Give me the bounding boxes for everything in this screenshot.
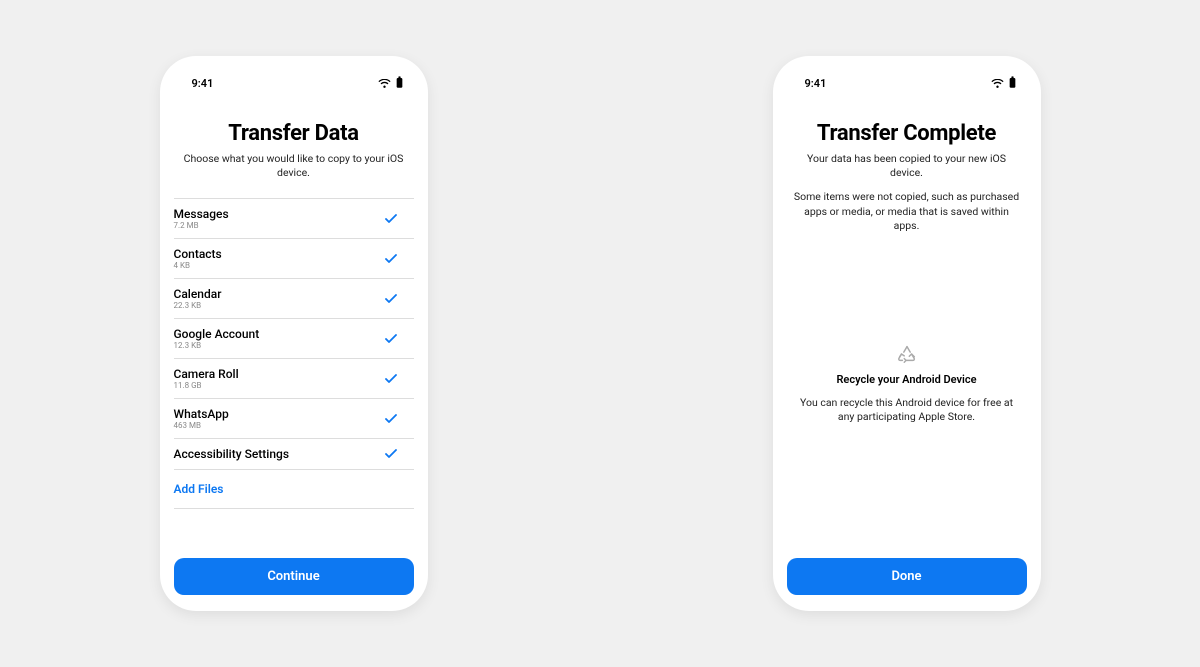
checkmark-icon (384, 292, 398, 306)
checkmark-icon (384, 252, 398, 266)
continue-button[interactable]: Continue (174, 558, 414, 595)
checkmark-icon (384, 212, 398, 226)
status-bar: 9:41 (160, 56, 428, 99)
status-time: 9:41 (805, 77, 827, 90)
list-item-google-account[interactable]: Google Account 12.3 KB (174, 319, 414, 359)
checkmark-icon (384, 332, 398, 346)
recycle-icon (793, 343, 1021, 365)
item-size: 7.2 MB (174, 221, 229, 230)
item-label: Contacts (174, 247, 222, 261)
page-subtitle: Your data has been copied to your new iO… (787, 152, 1027, 180)
status-bar: 9:41 (773, 56, 1041, 99)
screen-content: Transfer Data Choose what you would like… (160, 99, 428, 611)
item-size: 22.3 KB (174, 301, 222, 310)
transfer-item-list: Messages 7.2 MB Contacts 4 KB Calendar 2… (174, 198, 414, 509)
done-button[interactable]: Done (787, 558, 1027, 595)
list-item-messages[interactable]: Messages 7.2 MB (174, 199, 414, 239)
item-label: Accessibility Settings (174, 447, 290, 461)
phone-transfer-complete: 9:41 Transfer Complete Your data has bee… (773, 56, 1041, 611)
phone-transfer-data: 9:41 Transfer Data Choose what you would… (160, 56, 428, 611)
item-label: Google Account (174, 327, 260, 341)
checkmark-icon (384, 412, 398, 426)
list-item-camera-roll[interactable]: Camera Roll 11.8 GB (174, 359, 414, 399)
list-item-calendar[interactable]: Calendar 22.3 KB (174, 279, 414, 319)
list-item-whatsapp[interactable]: WhatsApp 463 MB (174, 399, 414, 439)
screen-content: Transfer Complete Your data has been cop… (773, 99, 1041, 611)
item-label: Messages (174, 207, 229, 221)
battery-icon (395, 74, 404, 93)
checkmark-icon (384, 372, 398, 386)
checkmark-icon (384, 447, 398, 461)
item-size: 4 KB (174, 261, 222, 270)
page-subtitle: Choose what you would like to copy to yo… (174, 152, 414, 180)
item-size: 11.8 GB (174, 381, 239, 390)
page-subtitle-note: Some items were not copied, such as purc… (787, 190, 1027, 233)
wifi-icon (991, 74, 1004, 93)
item-size: 463 MB (174, 421, 229, 430)
page-title: Transfer Complete (787, 121, 1027, 146)
recycle-section: Recycle your Android Device You can recy… (787, 343, 1027, 448)
status-icons (378, 74, 404, 93)
battery-icon (1008, 74, 1017, 93)
item-label: Camera Roll (174, 367, 239, 381)
status-icons (991, 74, 1017, 93)
list-item-accessibility[interactable]: Accessibility Settings (174, 439, 414, 470)
recycle-description: You can recycle this Android device for … (793, 396, 1021, 424)
item-label: WhatsApp (174, 407, 229, 421)
item-size: 12.3 KB (174, 341, 260, 350)
item-label: Calendar (174, 287, 222, 301)
add-files-button[interactable]: Add Files (174, 470, 414, 509)
recycle-title: Recycle your Android Device (793, 373, 1021, 386)
wifi-icon (378, 74, 391, 93)
status-time: 9:41 (192, 77, 214, 90)
page-title: Transfer Data (174, 121, 414, 146)
list-item-contacts[interactable]: Contacts 4 KB (174, 239, 414, 279)
